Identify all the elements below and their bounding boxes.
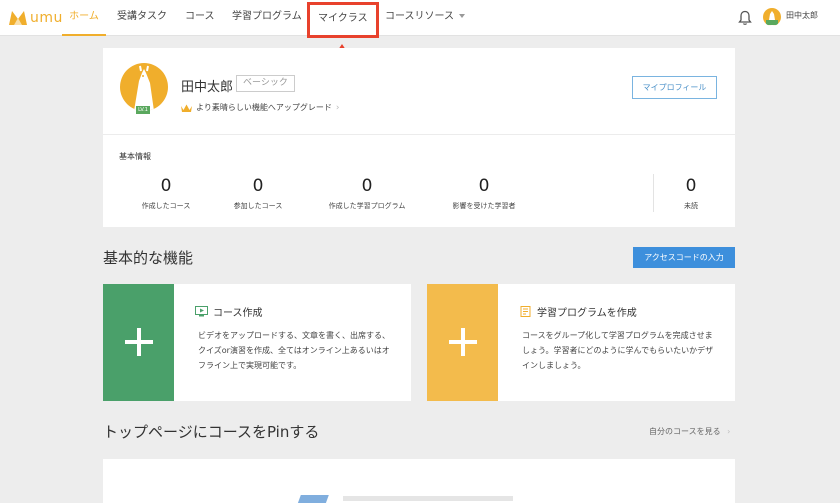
create-program-color-block (427, 284, 498, 401)
stat-value: 0 (252, 176, 264, 196)
create-course-card[interactable]: コース作成 ビデオをアップロードする、文章を書く、出席する、クイズor演習を作成… (103, 284, 411, 401)
course-illustration (297, 495, 329, 503)
create-course-title-text: コース作成 (213, 308, 263, 319)
stat-value: 0 (361, 176, 373, 196)
plus-icon (449, 328, 477, 356)
chevron-down-icon (459, 14, 465, 18)
create-course-color-block (103, 284, 174, 401)
stat-label: 作成した学習プログラム (328, 202, 406, 210)
profile-avatar (120, 63, 168, 111)
chevron-right-icon: › (727, 427, 731, 436)
nav-item-course-resources-label: コースリソース (385, 11, 454, 22)
stat-joined-courses: 0 参加したコース (208, 175, 308, 211)
nav-user-name[interactable]: 田中太郎 (786, 10, 818, 21)
profile-card: LV.1 田中太郎 ベーシック より素晴らしい機能へアップグレード › マイプロ… (103, 48, 735, 227)
create-program-card[interactable]: 学習プログラムを作成 コースをグループ化して学習プログラムを完成させましょう。学… (427, 284, 735, 401)
document-icon (520, 306, 531, 317)
upgrade-text: より素晴らしい機能へアップグレード (196, 103, 332, 112)
stat-created-programs: 0 作成した学習プログラム (317, 175, 417, 211)
basic-info-label: 基本情報 (119, 152, 151, 161)
access-code-button[interactable]: アクセスコードの入力 (633, 247, 735, 268)
level-badge: LV.1 (136, 106, 150, 114)
nav-item-my-class[interactable]: マイクラス (307, 2, 379, 38)
umu-logo[interactable]: umu (8, 8, 63, 28)
logo-text: umu (30, 10, 63, 26)
stat-label: 影響を受けた学習者 (452, 202, 516, 210)
bell-icon[interactable] (738, 10, 752, 26)
stat-unread[interactable]: 0 未読 (641, 175, 741, 211)
profile-name: 田中太郎 (181, 80, 234, 95)
create-program-title-text: 学習プログラムを作成 (537, 308, 637, 319)
pin-section-title: トップページにコースをPinする (103, 423, 320, 441)
my-profile-button[interactable]: マイプロフィール (632, 76, 717, 99)
user-avatar[interactable] (763, 8, 781, 26)
my-courses-link-text: 自分のコースを見る (649, 427, 721, 436)
nav-item-home[interactable]: ホーム (62, 0, 106, 36)
giraffe-icon (766, 11, 778, 26)
stat-label: 作成したコース (141, 202, 191, 210)
chevron-right-icon: › (335, 102, 340, 113)
divider (103, 134, 735, 135)
stat-value: 0 (685, 176, 697, 196)
umu-logo-icon (9, 11, 27, 25)
pinned-courses-card (103, 459, 735, 503)
stat-value: 0 (478, 176, 490, 196)
monitor-icon (195, 306, 208, 317)
upgrade-link[interactable]: より素晴らしい機能へアップグレード › (181, 102, 339, 113)
plus-icon (125, 328, 153, 356)
giraffe-icon (134, 65, 154, 111)
nav-item-courses[interactable]: コース (185, 0, 215, 36)
top-nav: umu ホーム 受講タスク コース 学習プログラム マイクラス コースリソース … (0, 0, 840, 38)
nav-item-programs[interactable]: 学習プログラム (232, 0, 302, 36)
nav-item-course-resources[interactable]: コースリソース (385, 0, 465, 36)
stat-value: 0 (160, 176, 172, 196)
create-course-description: ビデオをアップロードする、文章を書く、出席する、クイズor演習を作成、全てはオン… (198, 331, 390, 370)
placeholder-text (343, 496, 513, 501)
create-program-description: コースをグループ化して学習プログラムを完成させましょう。学習者にどのように学んで… (522, 331, 714, 370)
create-program-title: 学習プログラムを作成 (519, 304, 637, 319)
stat-label: 未読 (684, 202, 698, 210)
features-section-title: 基本的な機能 (103, 249, 194, 267)
stat-label: 参加したコース (233, 202, 283, 210)
create-course-title: コース作成 (195, 304, 263, 319)
my-courses-link[interactable]: 自分のコースを見る › (649, 426, 730, 437)
plan-badge: ベーシック (236, 75, 295, 92)
crown-icon (181, 104, 192, 112)
nav-item-tasks[interactable]: 受講タスク (117, 0, 167, 36)
stat-created-courses: 0 作成したコース (116, 175, 216, 211)
stat-influenced-learners: 0 影響を受けた学習者 (434, 175, 534, 211)
